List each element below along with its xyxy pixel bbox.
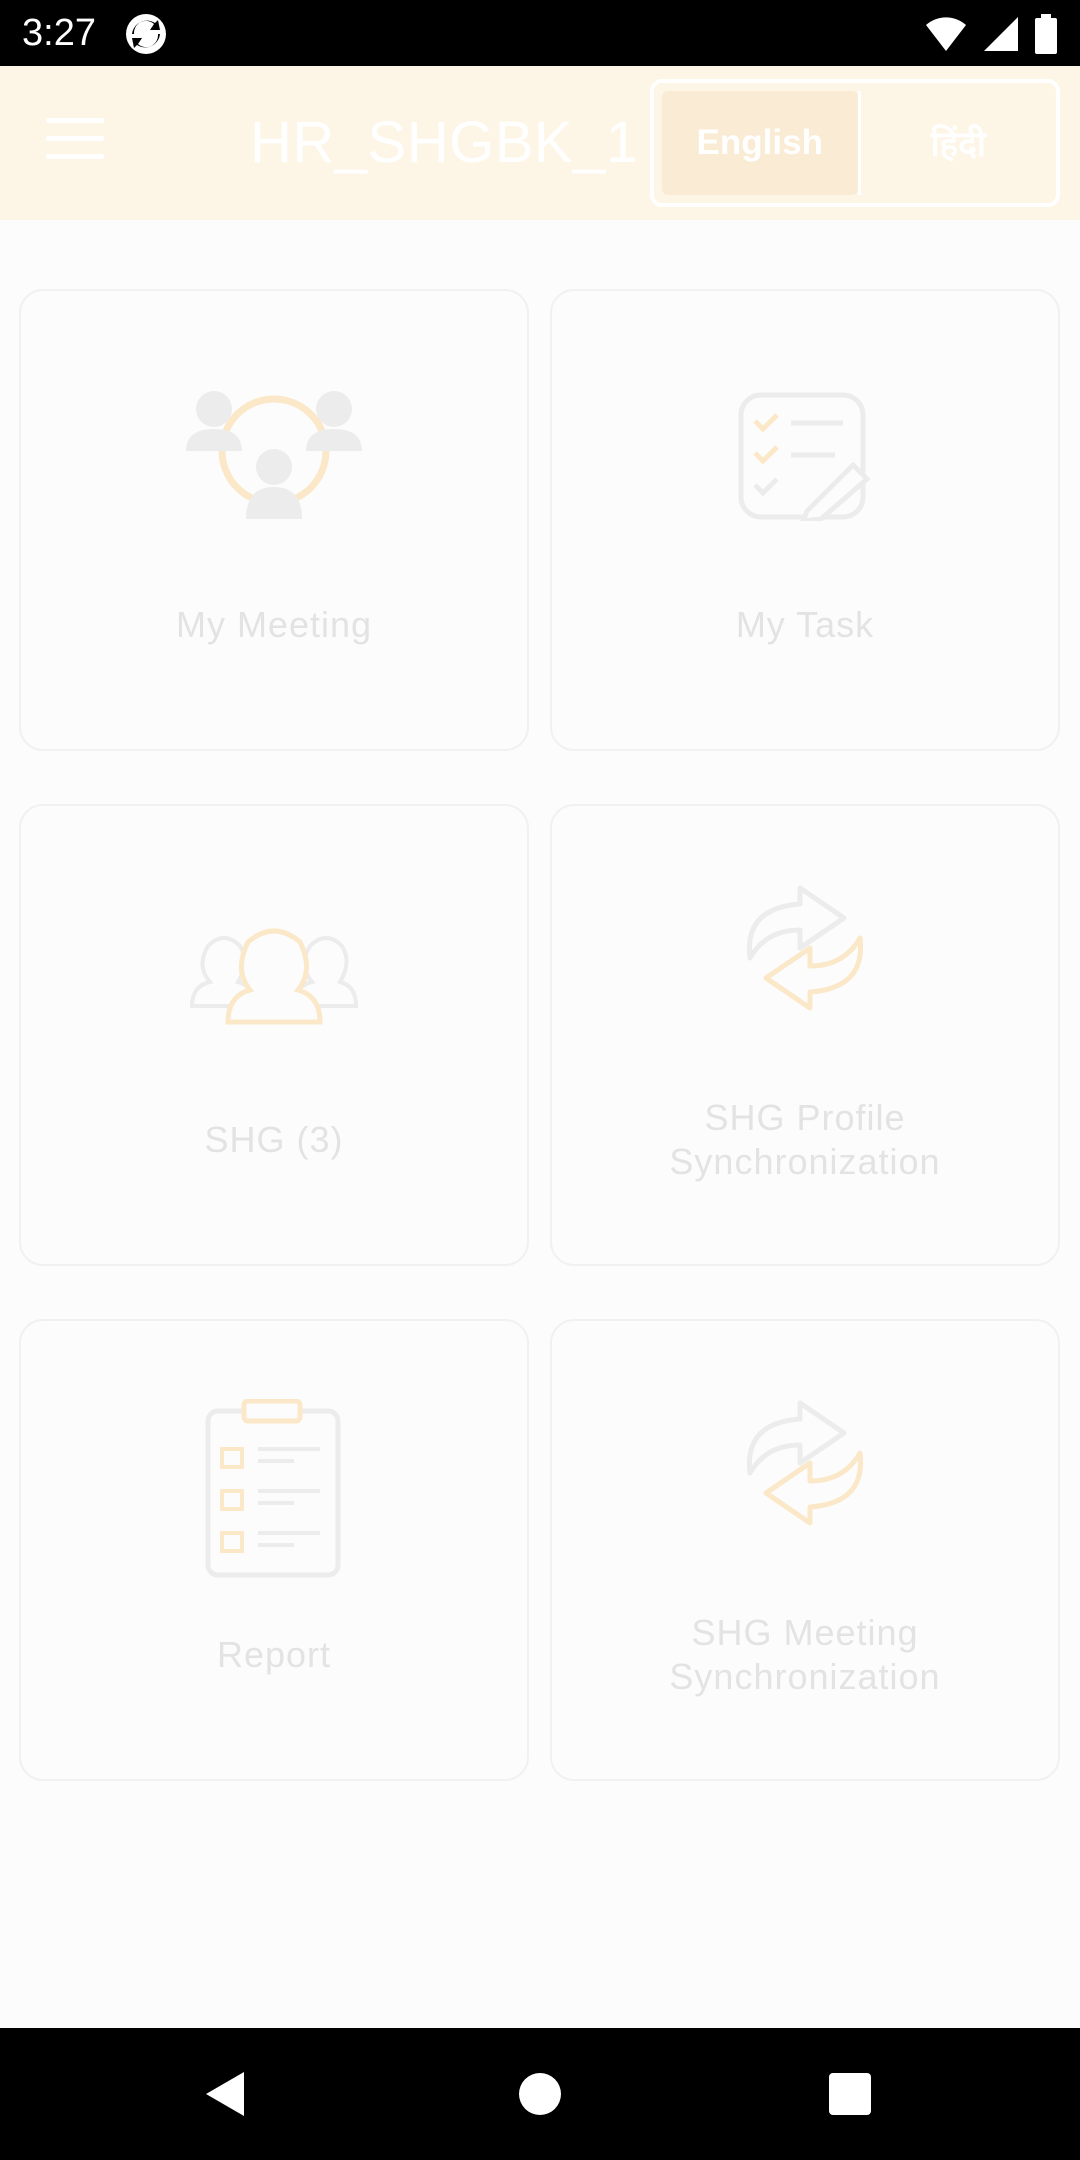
language-english-button[interactable]: English xyxy=(662,91,858,195)
shg-card[interactable]: SHG (3) xyxy=(19,804,529,1266)
task-checklist-icon xyxy=(738,392,871,521)
shg-meeting-sync-card[interactable]: SHG Meeting Synchronization xyxy=(550,1319,1060,1781)
app-notification-icon xyxy=(126,14,166,54)
sync-icon xyxy=(746,1400,864,1526)
meeting-group-icon xyxy=(186,391,362,519)
system-nav-bar xyxy=(0,2028,1080,2160)
shg-profile-sync-card[interactable]: SHG Profile Synchronization xyxy=(550,804,1060,1266)
my-meeting-card[interactable]: My Meeting xyxy=(19,289,529,751)
hamburger-menu-icon[interactable] xyxy=(46,118,104,168)
card-label: My Task xyxy=(735,604,875,645)
wifi-icon xyxy=(926,17,966,51)
sync-icon xyxy=(746,885,864,1011)
app-bar: HR_SHGBK_1 English हिंदी xyxy=(0,66,1080,220)
page-title: HR_SHGBK_1 xyxy=(250,110,639,175)
card-label: Report xyxy=(216,1634,332,1675)
report-card[interactable]: Report xyxy=(19,1319,529,1781)
card-label: My Meeting xyxy=(175,604,373,645)
status-bar: 3:27 xyxy=(0,0,1080,66)
my-task-card[interactable]: My Task xyxy=(550,289,1060,751)
report-clipboard-icon xyxy=(205,1399,341,1578)
signal-icon xyxy=(984,17,1018,51)
card-label: SHG Profile Synchronization xyxy=(669,1097,941,1182)
recents-icon[interactable] xyxy=(820,2064,880,2124)
battery-icon xyxy=(1035,14,1057,54)
status-time: 3:27 xyxy=(22,12,96,54)
card-label: SHG Meeting Synchronization xyxy=(669,1612,941,1697)
home-icon[interactable] xyxy=(510,2064,570,2124)
shg-group-icon xyxy=(189,928,359,1025)
language-toggle: English हिंदी xyxy=(650,79,1060,207)
back-icon[interactable] xyxy=(196,2064,256,2124)
card-label: SHG (3) xyxy=(204,1119,344,1160)
language-hindi-button[interactable]: हिंदी xyxy=(861,83,1057,203)
